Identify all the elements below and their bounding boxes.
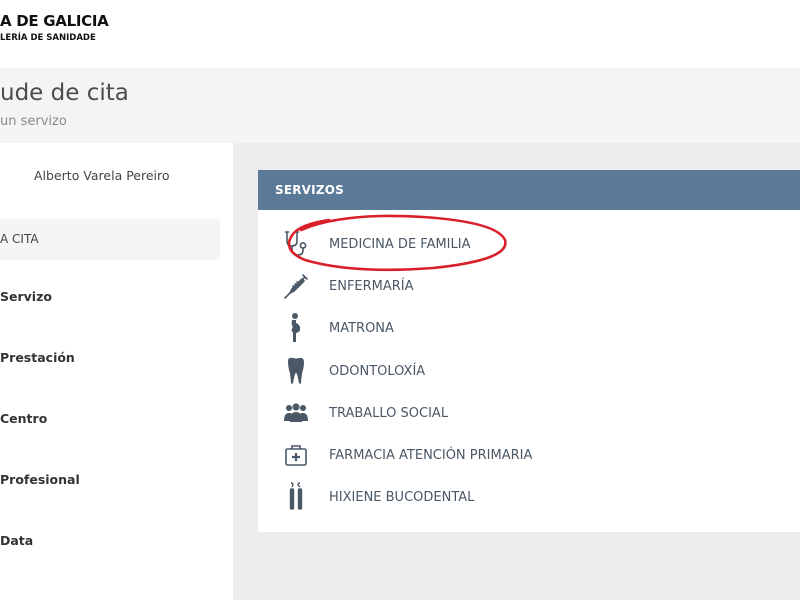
org-logo-subtitle: LERÍA DE SANIDADE [0, 33, 96, 43]
page-subtitle: un servizo [0, 114, 67, 129]
sidebar-step-active-label: A CITA [0, 232, 39, 246]
syringe-icon [283, 270, 309, 302]
medical-kit-icon [283, 439, 309, 471]
sidebar: Alberto Varela Pereiro A CITA Servizo Pr… [0, 143, 233, 600]
service-item-farmacia-atencion-primaria[interactable]: FARMACIA ATENCIÓN PRIMARIA [283, 438, 783, 472]
services-panel-title: SERVIZOS [275, 183, 344, 197]
title-band: ude de cita un servizo [0, 68, 800, 143]
org-logo-title[interactable]: A DE GALICIA [0, 12, 109, 30]
page-title: ude de cita [0, 80, 129, 106]
services-panel-header: SERVIZOS [258, 170, 800, 210]
stethoscope-icon [283, 228, 309, 260]
service-label: TRABALLO SOCIAL [329, 406, 449, 421]
service-item-odontoloxia[interactable]: ODONTOLOXÍA [283, 354, 783, 388]
dental-tools-icon [283, 481, 309, 513]
people-group-icon [283, 397, 309, 429]
service-item-matrona[interactable]: MATRONA [283, 311, 783, 345]
tooth-icon [283, 355, 309, 387]
service-item-hixiene-bucodental[interactable]: HIXIENE BUCODENTAL [283, 480, 783, 514]
service-label: HIXIENE BUCODENTAL [329, 490, 475, 505]
user-name: Alberto Varela Pereiro [34, 168, 170, 183]
sidebar-step-servizo[interactable]: Servizo [0, 289, 52, 304]
service-label: MATRONA [329, 321, 394, 336]
service-item-traballo-social[interactable]: TRABALLO SOCIAL [283, 396, 783, 430]
service-label: ODONTOLOXÍA [329, 364, 426, 379]
sidebar-step-profesional[interactable]: Profesional [0, 472, 80, 487]
service-item-enfermaria[interactable]: ENFERMARÍA [283, 269, 783, 303]
top-header: A DE GALICIA LERÍA DE SANIDADE [0, 0, 800, 68]
sidebar-step-active[interactable]: A CITA [0, 219, 220, 260]
main-content: SERVIZOS MEDICINA DE FAMILIA ENFERMARÍA … [233, 143, 800, 600]
page: A DE GALICIA LERÍA DE SANIDADE ude de ci… [0, 0, 800, 600]
pregnant-woman-icon [283, 312, 309, 344]
service-label: FARMACIA ATENCIÓN PRIMARIA [329, 448, 533, 463]
sidebar-step-data[interactable]: Data [0, 533, 33, 548]
sidebar-step-prestacion[interactable]: Prestación [0, 350, 75, 365]
service-label: MEDICINA DE FAMILIA [329, 237, 471, 252]
services-panel: SERVIZOS MEDICINA DE FAMILIA ENFERMARÍA … [258, 170, 800, 532]
service-item-medicina-de-familia[interactable]: MEDICINA DE FAMILIA [283, 227, 783, 261]
sidebar-step-centro[interactable]: Centro [0, 411, 47, 426]
service-label: ENFERMARÍA [329, 279, 414, 294]
